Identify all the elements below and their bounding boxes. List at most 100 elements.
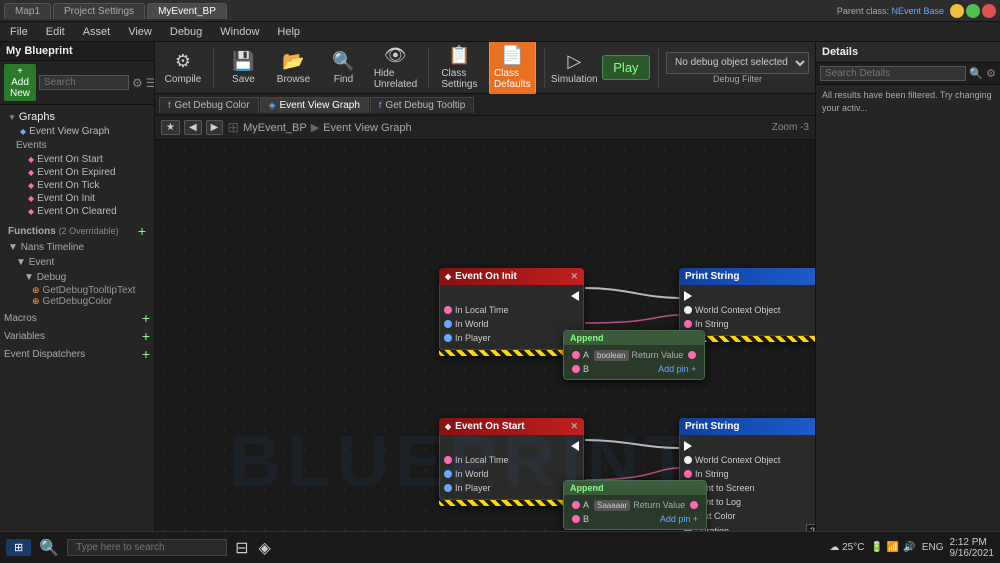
- append-a-dot: [572, 351, 580, 359]
- taskbar-weather: ☁ 25°C: [829, 542, 864, 553]
- add-pin-btn-2[interactable]: Add pin +: [660, 514, 698, 524]
- in-string-pin-1: In String: [680, 317, 815, 331]
- close-button[interactable]: [982, 4, 996, 18]
- unreal-engine-icon[interactable]: ◈: [257, 536, 273, 560]
- simulation-button[interactable]: ▷ Simulation: [552, 46, 596, 90]
- blueprint-canvas[interactable]: ◆ Event On Init ✕ In Local Time: [155, 140, 815, 563]
- taskbar-sys-area: ☁ 25°C 🔋 📶 🔊 ENG 2:12 PM 9/16/2021: [829, 537, 994, 559]
- append-a-pin: A boolean Return Value: [568, 348, 700, 362]
- append-2-node[interactable]: Append A Saaaaar Return Value B Add pin …: [563, 480, 707, 530]
- in-world-start-dot: [444, 470, 452, 478]
- exec-in-dot-1: [684, 291, 697, 301]
- class-defaults-button[interactable]: 📄 Class Defaults: [489, 42, 536, 95]
- tab-get-debug-color[interactable]: f Get Debug Color: [159, 97, 259, 113]
- browse-icon: 📂: [282, 51, 304, 72]
- title-tabs: Map1 Project Settings MyEvent_BP: [4, 3, 837, 19]
- variables-section: Variables +: [0, 327, 154, 345]
- add-macro-button[interactable]: +: [142, 311, 150, 325]
- sound-icon: 🔊: [903, 542, 915, 553]
- local-time-start-dot: [444, 456, 452, 464]
- close-node-btn[interactable]: ✕: [570, 271, 578, 282]
- settings-icon[interactable]: ⚙: [132, 76, 143, 90]
- details-search-icon[interactable]: 🔍: [969, 67, 983, 80]
- tab-get-debug-tooltip[interactable]: f Get Debug Tooltip: [370, 97, 474, 113]
- event-on-expired[interactable]: ◆ Event On Expired: [12, 166, 150, 179]
- title-tab-myevent-bp[interactable]: MyEvent_BP: [147, 3, 227, 19]
- close-start-btn[interactable]: ✕: [570, 421, 578, 432]
- graphs-header[interactable]: ▼ Graphs: [4, 109, 150, 125]
- menu-bar: File Edit Asset View Debug Window Help: [0, 22, 1000, 42]
- menu-file[interactable]: File: [6, 24, 32, 40]
- world-context-pin-1: World Context Object: [680, 303, 815, 317]
- graphs-section: ▼ Graphs ◆ Event View Graph Events ◆ Eve…: [0, 107, 154, 220]
- add-variable-button[interactable]: +: [142, 329, 150, 343]
- details-search-input[interactable]: [820, 66, 966, 81]
- nans-event-label: ▼ Event: [4, 255, 150, 270]
- return2-dot: [690, 501, 698, 509]
- details-settings-icon[interactable]: ⚙: [986, 67, 996, 80]
- class-settings-icon: 📋: [448, 45, 470, 66]
- return-value-2-label: Return Value: [633, 500, 685, 510]
- hide-unrelated-button[interactable]: 👁 Hide Unrelated: [371, 42, 419, 95]
- breadcrumb-graph: Event View Graph: [323, 122, 411, 134]
- compile-button[interactable]: ⚙ Compile: [161, 46, 205, 90]
- event-on-start[interactable]: ◆ Event On Start: [12, 153, 150, 166]
- taskbar-search-input[interactable]: [67, 539, 227, 556]
- menu-window[interactable]: Window: [216, 24, 263, 40]
- nans-timeline-label: ▼ Nans Timeline: [4, 240, 150, 255]
- debug-object-select[interactable]: No debug object selected: [666, 52, 809, 74]
- return-value-label: Return Value: [632, 350, 684, 360]
- menu-debug[interactable]: Debug: [166, 24, 206, 40]
- get-debug-color-item[interactable]: ⊕ GetDebugColor: [4, 296, 150, 307]
- forward-button[interactable]: ▶: [206, 120, 224, 135]
- append-1-node[interactable]: Append A boolean Return Value B Add pin …: [563, 330, 705, 380]
- my-blueprint-header: My Blueprint: [0, 42, 154, 61]
- add-pin-btn[interactable]: Add pin +: [658, 364, 696, 374]
- taskbar-task-view-icon[interactable]: ⊟: [233, 536, 250, 560]
- add-new-button[interactable]: + Add New: [4, 64, 36, 101]
- title-tab-project-settings[interactable]: Project Settings: [53, 3, 145, 19]
- event-view-graph-item[interactable]: ◆ Event View Graph: [4, 125, 150, 138]
- title-tab-map1[interactable]: Map1: [4, 3, 51, 19]
- start-button[interactable]: ⊞: [6, 539, 31, 556]
- get-debug-tooltip-item[interactable]: ⊕ GetDebugTooltipText: [4, 285, 150, 296]
- details-search-bar: 🔍 ⚙: [816, 63, 1000, 85]
- exec-out-pin: [440, 289, 583, 303]
- window-controls: [950, 4, 996, 18]
- details-header: Details: [816, 42, 1000, 63]
- play-button[interactable]: Play: [602, 55, 649, 80]
- in-world-start: In World: [440, 467, 583, 481]
- breadcrumb-separator: ▶: [311, 121, 319, 134]
- minimize-button[interactable]: [950, 4, 964, 18]
- browse-button[interactable]: 📂 Browse: [271, 46, 315, 90]
- return-dot: [688, 351, 696, 359]
- add-function-button[interactable]: +: [138, 224, 146, 238]
- menu-help[interactable]: Help: [273, 24, 304, 40]
- back-button[interactable]: ◀: [184, 120, 202, 135]
- left-search-input[interactable]: [39, 75, 129, 90]
- all-results-message: All results have been filtered. Try chan…: [816, 85, 1000, 118]
- tab-event-view-graph[interactable]: ◈ Event View Graph: [260, 97, 369, 113]
- add-dispatcher-button[interactable]: +: [142, 347, 150, 361]
- exec-in-pin-2: [680, 439, 815, 453]
- event-on-cleared[interactable]: ◆ Event On Cleared: [12, 205, 150, 218]
- print-string-2-header: Print String ▶: [679, 418, 815, 435]
- parent-class-info: Parent class: NEvent Base: [837, 6, 944, 16]
- star-button[interactable]: ★: [161, 120, 180, 135]
- maximize-button[interactable]: [966, 4, 980, 18]
- find-button[interactable]: 🔍 Find: [321, 46, 365, 90]
- save-button[interactable]: 💾 Save: [221, 46, 265, 90]
- menu-view[interactable]: View: [124, 24, 156, 40]
- append-2-body: A Saaaaar Return Value B Add pin +: [564, 495, 706, 529]
- menu-edit[interactable]: Edit: [42, 24, 69, 40]
- menu-asset[interactable]: Asset: [79, 24, 115, 40]
- taskbar-time: 2:12 PM 9/16/2021: [950, 537, 995, 559]
- event-on-tick[interactable]: ◆ Event On Tick: [12, 179, 150, 192]
- event-on-init[interactable]: ◆ Event On Init: [12, 192, 150, 205]
- main-layout: My Blueprint + Add New ⚙ ☰ ▼ Graphs ◆ Ev…: [0, 42, 1000, 563]
- zoom-level: Zoom -3: [772, 122, 809, 133]
- class-settings-button[interactable]: 📋 Class Settings: [436, 42, 483, 95]
- view-icon[interactable]: ☰: [146, 76, 155, 90]
- in-string-dot-1: [684, 320, 692, 328]
- event-on-start-header: ◆ Event On Start ✕: [439, 418, 584, 435]
